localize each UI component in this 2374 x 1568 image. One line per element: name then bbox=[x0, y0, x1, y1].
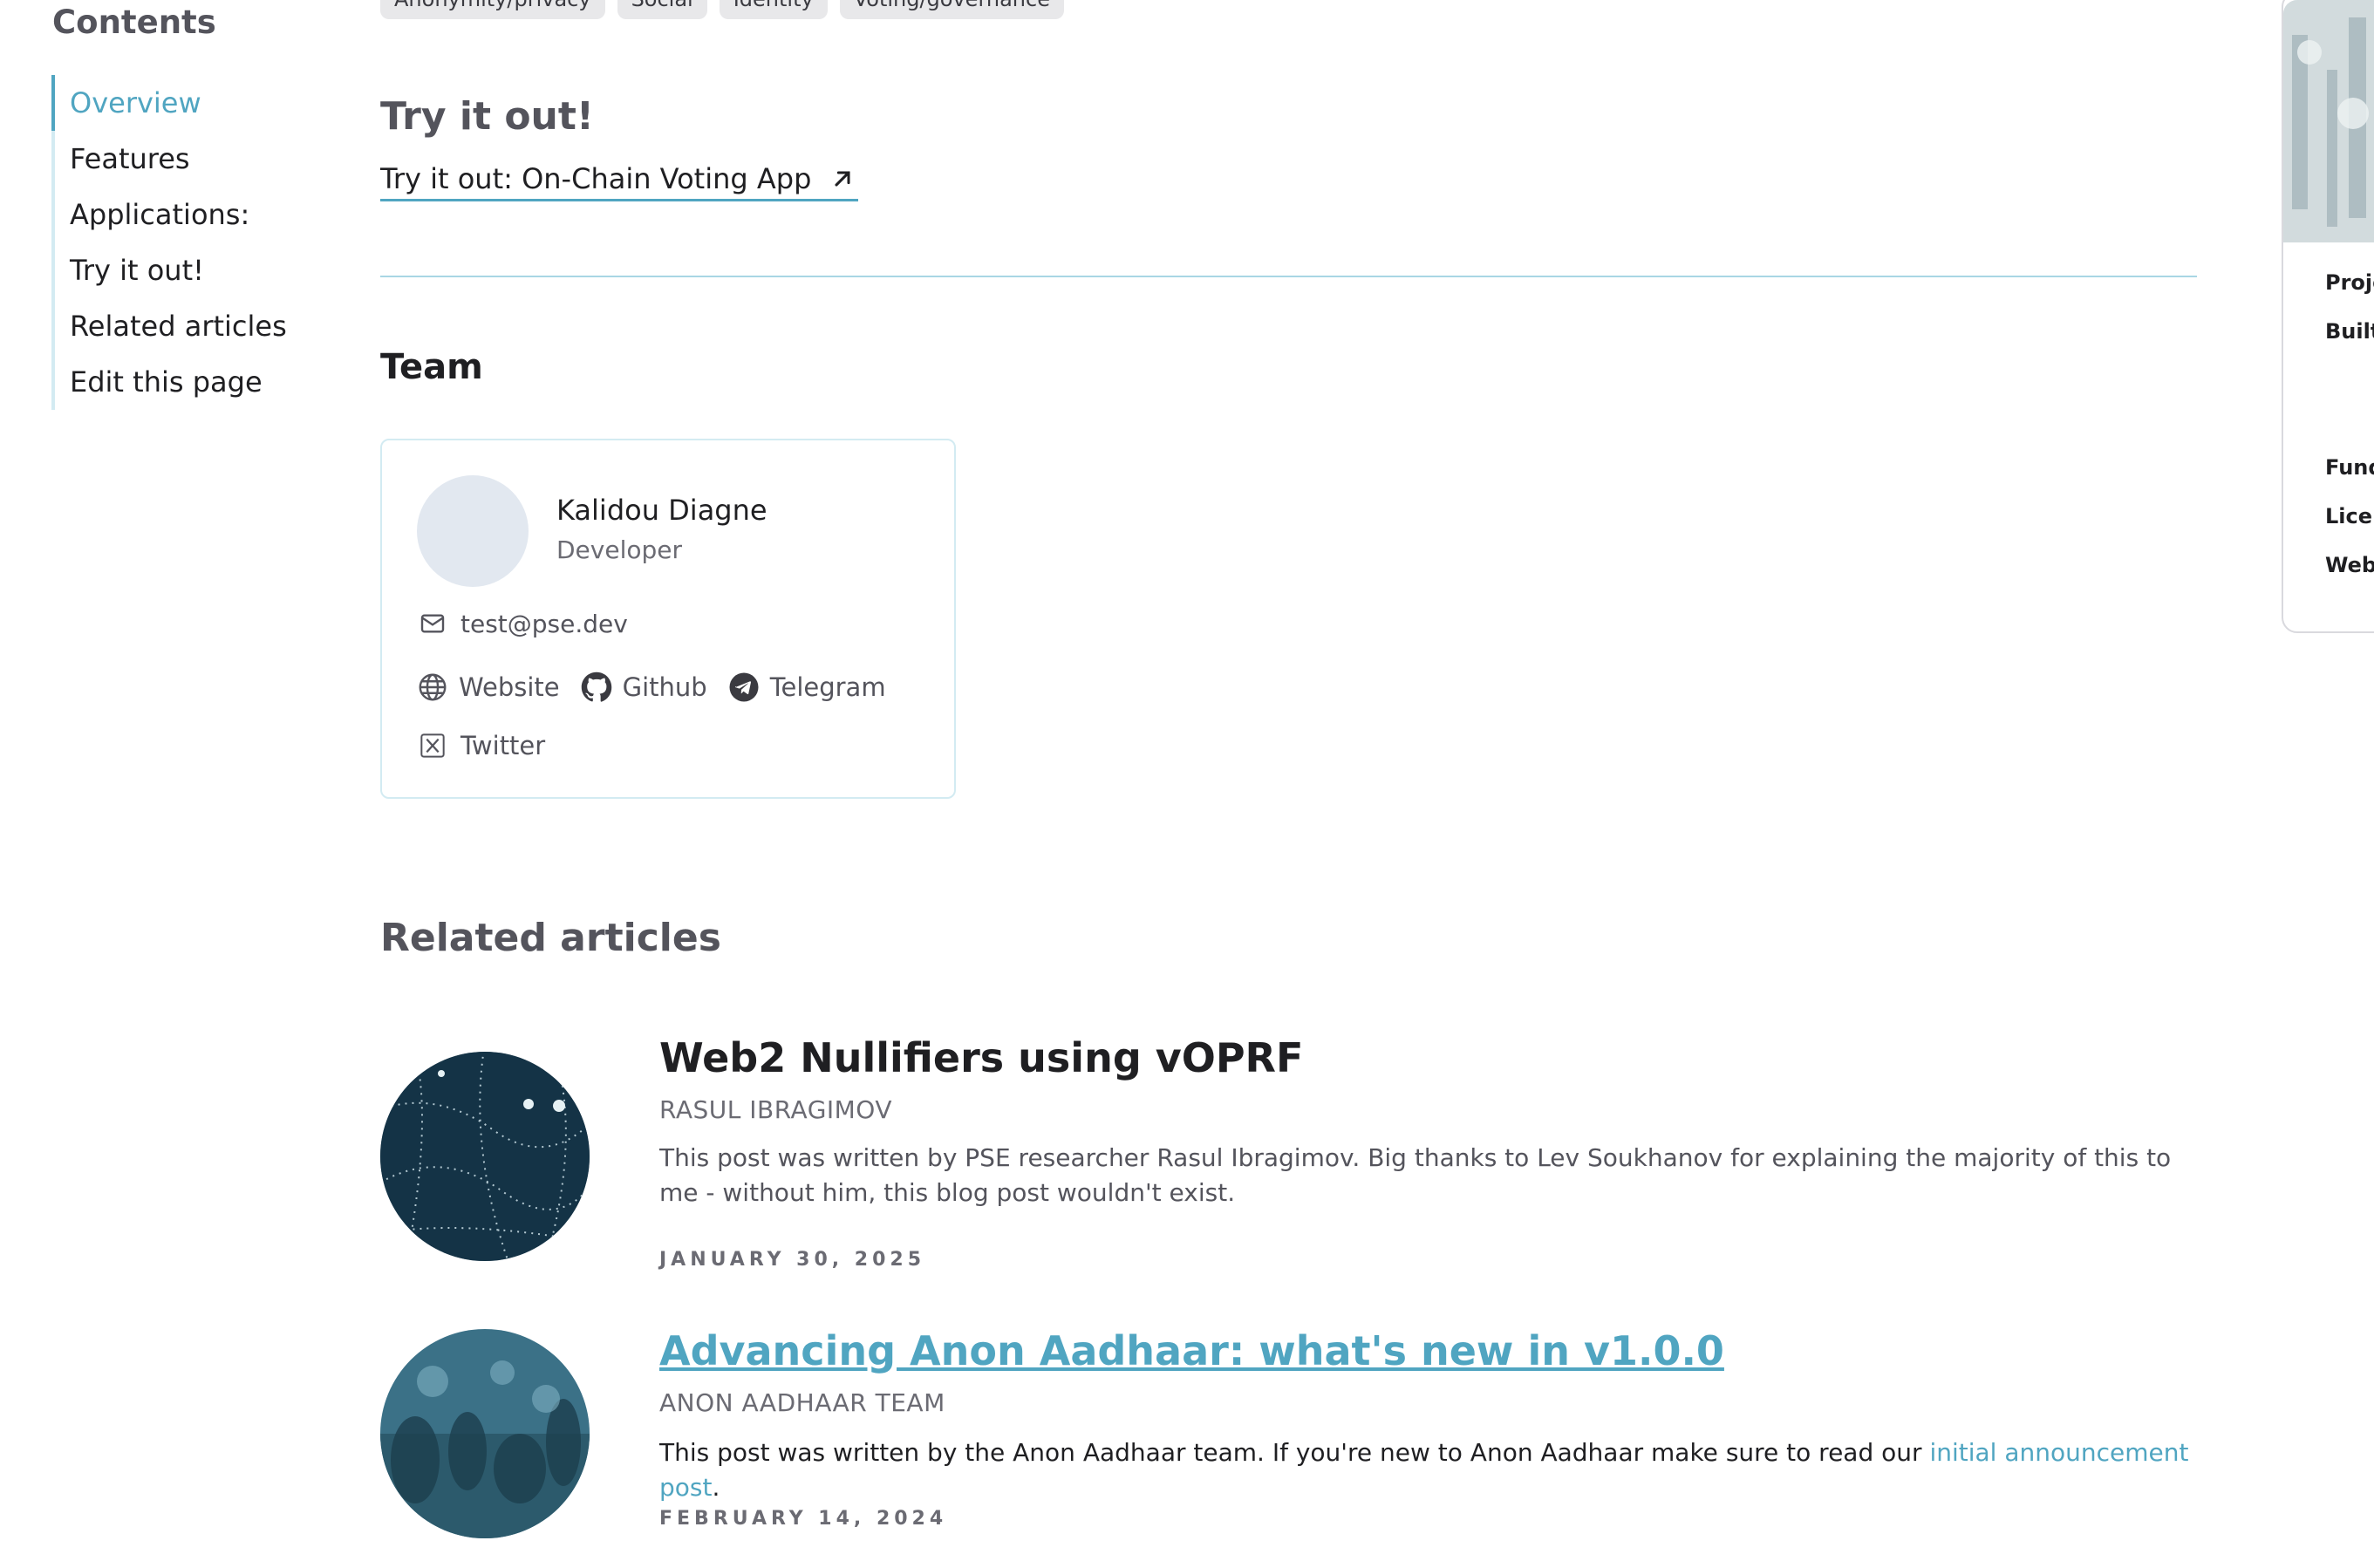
toc-item-edit-this-page[interactable]: Edit this page bbox=[55, 354, 282, 410]
tag[interactable]: Social bbox=[617, 0, 707, 19]
toc-item-related-articles[interactable]: Related articles bbox=[55, 298, 287, 354]
mail-icon bbox=[417, 608, 448, 639]
toc-title: Contents bbox=[52, 3, 216, 41]
toc-item-applications[interactable]: Applications: bbox=[55, 187, 282, 242]
member-name: Kalidou Diagne bbox=[556, 494, 767, 527]
x-twitter-icon bbox=[417, 730, 448, 761]
project-label: Proje bbox=[2325, 270, 2374, 295]
article-title[interactable]: Web2 Nullifiers using vOPRF bbox=[659, 1034, 1303, 1081]
member-email-text: test@pse.dev bbox=[460, 609, 628, 638]
article-date: FEBRUARY 14, 2024 bbox=[659, 1508, 948, 1530]
twitter-link-label: Twitter bbox=[460, 731, 546, 760]
website-link-label: Website bbox=[459, 672, 560, 702]
try-it-out-heading: Try it out! bbox=[380, 94, 594, 139]
telegram-link[interactable]: Telegram bbox=[728, 672, 886, 703]
article-thumbnail[interactable] bbox=[380, 1329, 590, 1538]
table-of-contents: Overview Features Applications: Try it o… bbox=[51, 75, 287, 410]
section-divider bbox=[380, 276, 2197, 277]
project-cover-image bbox=[2283, 0, 2374, 242]
tag-list: Anonymity/privacy Social Identity Voting… bbox=[380, 0, 1064, 19]
website-link[interactable]: Website bbox=[417, 672, 560, 703]
tag[interactable]: Voting/governance bbox=[839, 0, 1064, 19]
telegram-link-label: Telegram bbox=[769, 672, 886, 702]
toc-item-try-it-out[interactable]: Try it out! bbox=[55, 242, 282, 298]
avatar bbox=[417, 475, 529, 587]
twitter-link[interactable]: Twitter bbox=[417, 730, 545, 761]
toc-item-features[interactable]: Features bbox=[55, 131, 282, 187]
member-email[interactable]: test@pse.dev bbox=[417, 608, 628, 639]
article-date: JANUARY 30, 2025 bbox=[659, 1249, 926, 1271]
member-links: Website Github Telegram bbox=[417, 672, 907, 703]
article-excerpt: This post was written by the Anon Aadhaa… bbox=[659, 1435, 2203, 1505]
github-icon bbox=[581, 672, 612, 703]
article-excerpt: This post was written by PSE researcher … bbox=[659, 1143, 2172, 1207]
try-it-out-link[interactable]: Try it out: On-Chain Voting App bbox=[380, 162, 859, 201]
telegram-icon bbox=[728, 672, 760, 703]
article-excerpt-end: . bbox=[712, 1473, 720, 1502]
article-thumbnail[interactable] bbox=[380, 1052, 590, 1261]
funding-label: Fund bbox=[2325, 455, 2374, 480]
globe-icon bbox=[417, 672, 448, 703]
article-author: ANON AADHAAR TEAM bbox=[659, 1388, 945, 1417]
built-with-label: Built bbox=[2325, 319, 2374, 344]
tag[interactable]: Anonymity/privacy bbox=[380, 0, 605, 19]
toc-item-overview[interactable]: Overview bbox=[51, 75, 282, 131]
related-articles-heading: Related articles bbox=[380, 916, 721, 960]
tag[interactable]: Identity bbox=[719, 0, 828, 19]
arrow-up-right-icon bbox=[827, 163, 858, 194]
github-link[interactable]: Github bbox=[581, 672, 707, 703]
team-heading: Team bbox=[380, 347, 483, 387]
license-label: Licer bbox=[2325, 504, 2374, 528]
article-title-link[interactable]: Advancing Anon Aadhaar: what's new in v1… bbox=[659, 1327, 1724, 1374]
website-label: Webs bbox=[2325, 553, 2374, 577]
try-it-out-link-label: Try it out: On-Chain Voting App bbox=[380, 162, 812, 195]
article-author: RASUL IBRAGIMOV bbox=[659, 1095, 893, 1124]
github-link-label: Github bbox=[622, 672, 707, 702]
member-role: Developer bbox=[556, 535, 683, 564]
article-excerpt-text: This post was written by the Anon Aadhaa… bbox=[659, 1438, 1930, 1467]
